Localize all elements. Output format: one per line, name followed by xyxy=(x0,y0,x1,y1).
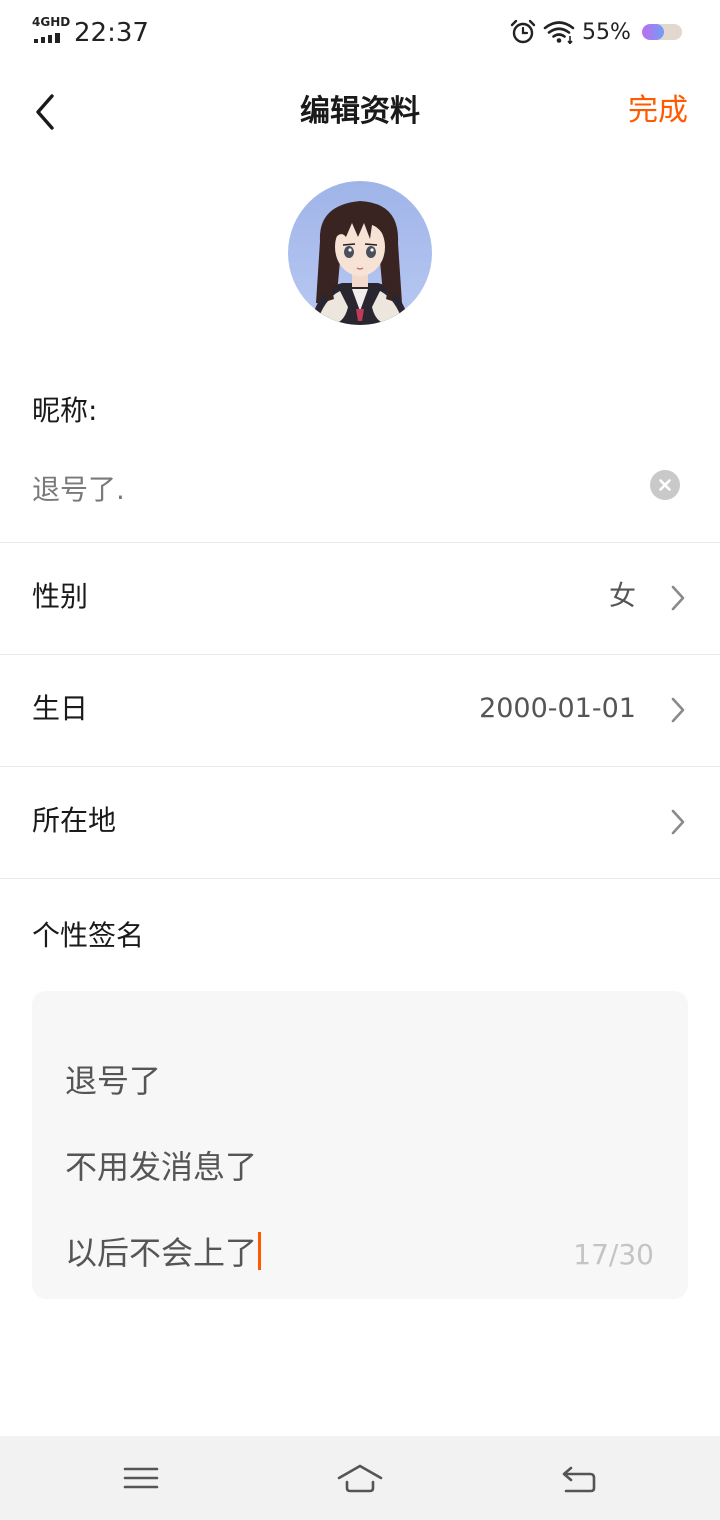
home-icon xyxy=(337,1464,383,1493)
signature-line: 退号了 xyxy=(65,1062,162,1100)
location-row[interactable]: 所在地 xyxy=(0,767,720,878)
signature-line-text: 以后不会上了 xyxy=(65,1234,258,1272)
chevron-right-icon xyxy=(671,697,685,723)
menu-button[interactable] xyxy=(116,1454,166,1502)
alarm-icon xyxy=(510,19,536,44)
signature-text: 退号了 不用发消息了 以后不会上了 xyxy=(65,1017,262,1318)
gender-label: 性别 xyxy=(32,580,89,613)
avatar[interactable] xyxy=(288,181,432,325)
clear-icon[interactable] xyxy=(650,470,680,500)
nickname-input[interactable] xyxy=(32,466,632,510)
back-nav-button[interactable] xyxy=(554,1454,604,1502)
network-type-label: 4GHD xyxy=(32,15,71,29)
birthday-row[interactable]: 生日 2000-01-01 xyxy=(0,655,720,766)
birthday-label: 生日 xyxy=(32,692,89,725)
signature-label: 个性签名 xyxy=(32,919,145,952)
location-label: 所在地 xyxy=(32,804,117,837)
birthday-value: 2000-01-01 xyxy=(479,693,636,724)
chevron-right-icon xyxy=(671,809,685,835)
anime-girl-avatar-image xyxy=(288,181,432,325)
status-bar: 4GHD 22:37 55% xyxy=(0,0,720,64)
home-button[interactable] xyxy=(335,1454,385,1502)
signature-line-last: 以后不会上了 xyxy=(65,1232,262,1275)
gender-row[interactable]: 性别 女 xyxy=(0,543,720,654)
done-button[interactable]: 完成 xyxy=(628,90,688,132)
signal-icon: 4GHD xyxy=(32,16,70,44)
back-icon xyxy=(562,1466,596,1493)
clear-x-glyph xyxy=(659,479,671,491)
battery-fill xyxy=(642,24,664,40)
chevron-right-icon xyxy=(671,585,685,611)
signature-textarea[interactable]: 退号了 不用发消息了 以后不会上了 17/30 xyxy=(32,991,688,1299)
wifi-icon xyxy=(543,21,575,44)
text-caret xyxy=(258,1232,262,1270)
status-time: 22:37 xyxy=(74,18,149,48)
page-title: 编辑资料 xyxy=(300,94,420,129)
nickname-label: 昵称: xyxy=(32,394,98,427)
divider xyxy=(0,878,720,879)
gender-value: 女 xyxy=(609,581,636,612)
system-nav-bar xyxy=(0,1436,720,1520)
battery-percent: 55% xyxy=(582,20,631,45)
menu-icon xyxy=(123,1467,159,1489)
header: 编辑资料 完成 xyxy=(0,64,720,160)
battery-icon xyxy=(642,24,682,40)
character-counter: 17/30 xyxy=(573,1238,654,1271)
signature-line: 不用发消息了 xyxy=(65,1148,258,1186)
